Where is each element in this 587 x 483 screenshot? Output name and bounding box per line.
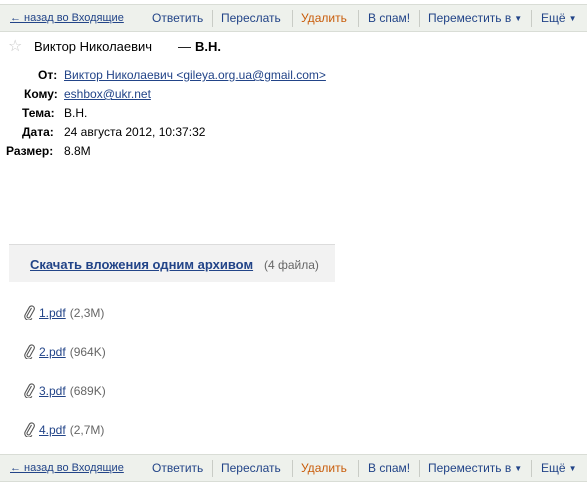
archive-download-box: Скачать вложения одним архивом (4 файла) (9, 244, 335, 282)
date-label: Дата: (22, 125, 54, 139)
back-to-inbox-link[interactable]: ← назад во Входящие (10, 455, 124, 481)
forward-button[interactable]: Переслать (221, 5, 281, 31)
subject-text: В.Н. (195, 39, 221, 54)
to-label: Кому: (24, 87, 58, 101)
dash-separator: — (178, 39, 191, 54)
toolbar-divider (358, 460, 359, 477)
toolbar-divider (531, 460, 532, 477)
toolbar-divider (358, 10, 359, 27)
attachment-size: (2,7M) (69, 423, 105, 437)
paperclip-icon (24, 422, 35, 437)
more-label: Ещё (541, 461, 566, 475)
move-to-dropdown[interactable]: Переместить в ▼ (428, 5, 522, 31)
more-dropdown[interactable]: Ещё ▼ (541, 455, 576, 481)
spam-button[interactable]: В спам! (368, 455, 410, 481)
paperclip-icon (24, 383, 35, 398)
attachment-link[interactable]: 3.pdf (39, 384, 66, 398)
download-archive-link[interactable]: Скачать вложения одним архивом (30, 257, 253, 272)
top-toolbar: ← назад во Входящие Ответить Переслать У… (0, 4, 587, 32)
reply-button[interactable]: Ответить (152, 5, 203, 31)
attachment-size: (964K) (69, 345, 106, 359)
paperclip-icon (24, 305, 35, 320)
subject-label: Тема: (22, 106, 55, 120)
more-label: Ещё (541, 11, 566, 25)
caret-down-icon: ▼ (568, 464, 577, 473)
size-value: 8.8M (64, 144, 91, 158)
bottom-toolbar: ← назад во Входящие Ответить Переслать У… (0, 454, 587, 482)
attachment-count: (4 файла) (264, 258, 319, 272)
toolbar-divider (292, 460, 293, 477)
forward-button[interactable]: Переслать (221, 455, 281, 481)
to-value[interactable]: eshbox@ukr.net (64, 85, 151, 103)
toolbar-divider (419, 460, 420, 477)
toolbar-divider (292, 10, 293, 27)
toolbar-divider (419, 10, 420, 27)
more-dropdown[interactable]: Ещё ▼ (541, 5, 576, 31)
attachment-link[interactable]: 2.pdf (39, 345, 66, 359)
attachment-link[interactable]: 4.pdf (39, 423, 66, 437)
caret-down-icon: ▼ (514, 14, 523, 23)
attachment-size: (2,3M) (69, 306, 105, 320)
move-to-dropdown[interactable]: Переместить в ▼ (428, 455, 522, 481)
date-value: 24 августа 2012, 10:37:32 (64, 125, 206, 139)
attachment-item: 2.pdf (964K) (24, 343, 106, 361)
paperclip-icon (24, 344, 35, 359)
caret-down-icon: ▼ (514, 464, 523, 473)
toolbar-divider (531, 10, 532, 27)
caret-down-icon: ▼ (568, 14, 577, 23)
back-to-inbox-link[interactable]: ← назад во Входящие (10, 5, 124, 31)
message-subject: — В.Н. (178, 36, 221, 58)
spam-button[interactable]: В спам! (368, 5, 410, 31)
attachment-item: 3.pdf (689K) (24, 382, 106, 400)
attachment-item: 4.pdf (2,7M) (24, 421, 104, 439)
toolbar-divider (212, 460, 213, 477)
subject-value: В.Н. (64, 106, 88, 120)
from-label: От: (38, 68, 58, 82)
move-to-label: Переместить в (428, 461, 512, 475)
size-label: Размер: (6, 144, 54, 158)
star-icon[interactable]: ☆ (8, 36, 22, 58)
move-to-label: Переместить в (428, 11, 512, 25)
from-value[interactable]: Виктор Николаевич <gileya.org.ua@gmail.c… (64, 66, 326, 84)
attachment-link[interactable]: 1.pdf (39, 306, 66, 320)
toolbar-divider (212, 10, 213, 27)
delete-button[interactable]: Удалить (301, 455, 347, 481)
delete-button[interactable]: Удалить (301, 5, 347, 31)
attachment-item: 1.pdf (2,3M) (24, 304, 104, 322)
reply-button[interactable]: Ответить (152, 455, 203, 481)
attachment-size: (689K) (69, 384, 106, 398)
sender-name: Виктор Николаевич (34, 39, 153, 54)
